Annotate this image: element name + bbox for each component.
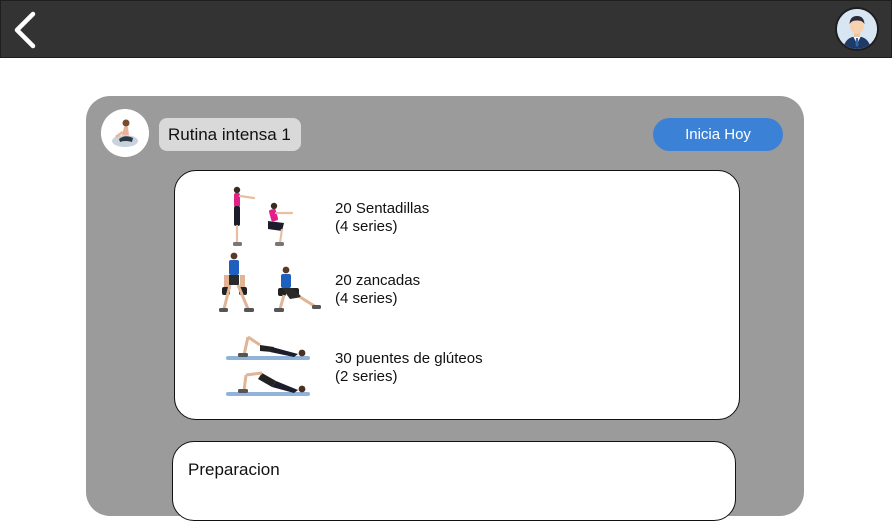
user-avatar-button[interactable] — [835, 7, 879, 51]
top-bar — [0, 0, 892, 58]
exercise-item-2: 20 zancadas (4 series) — [335, 272, 420, 308]
exercise-name: 20 zancadas — [335, 272, 421, 289]
businessman-avatar-icon — [837, 9, 877, 49]
start-today-button[interactable]: Inicia Hoy — [653, 118, 783, 151]
exercise-sets: (4 series) — [335, 218, 398, 235]
glute-bridge-illustration — [226, 335, 310, 396]
exercise-sets: (2 series) — [335, 368, 398, 385]
back-button[interactable] — [9, 9, 45, 51]
routine-title: Rutina intensa 1 — [159, 118, 301, 151]
chevron-left-icon — [14, 11, 36, 49]
exercise-item-3: 30 puentes de glúteos (2 series) — [335, 350, 483, 386]
stretching-woman-avatar — [101, 109, 149, 157]
coach-avatar — [101, 109, 149, 157]
squat-illustration — [233, 186, 294, 246]
exercise-name: 30 puentes de glúteos — [335, 350, 483, 367]
exercise-sets: (4 series) — [335, 290, 398, 307]
exercise-name: 20 Sentadillas — [335, 200, 430, 217]
lunge-illustration — [219, 252, 321, 312]
exercise-item-1: 20 Sentadillas (4 series) — [335, 200, 429, 236]
preparation-panel — [172, 441, 736, 521]
preparation-title: Preparacion — [188, 460, 280, 479]
